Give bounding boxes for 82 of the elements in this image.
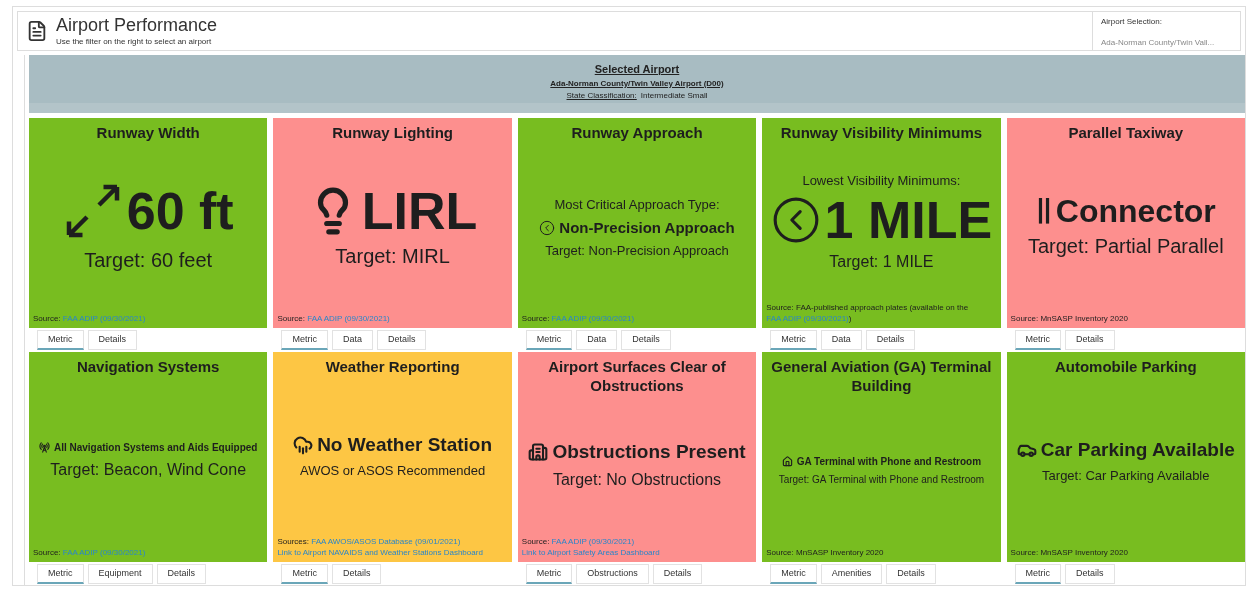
card-tab[interactable]: Equipment [87, 564, 153, 584]
cloud-rain-icon [293, 434, 314, 455]
metric-value: Obstructions Present [552, 439, 746, 464]
source-note: Source: MnSASP Inventory 2020 [1010, 313, 1129, 324]
card-tab[interactable]: Metric [770, 564, 817, 584]
page-subtitle: Use the filter on the right to select an airport [56, 36, 213, 49]
card-caption: Most Critical Approach Type: [554, 196, 720, 214]
card-title: Runway Visibility Minimums [779, 124, 984, 143]
card-tab[interactable]: Details [156, 564, 207, 584]
target-text: Target: GA Terminal with Phone and Restroom [778, 473, 985, 487]
target-text: Target: Partial Parallel [1027, 233, 1224, 259]
card-tab[interactable]: Details [376, 330, 427, 350]
radio-tower-icon [38, 442, 50, 454]
metric-value: Connector [1055, 194, 1216, 227]
card-tab[interactable]: Metric [770, 330, 817, 350]
metric-value: LIRL [361, 184, 478, 237]
card-tab[interactable]: Details [331, 564, 382, 584]
card-tab[interactable]: Data [820, 330, 862, 350]
metric-value: GA Terminal with Phone and Restroom [796, 455, 982, 468]
card-caption: Lowest Visibility Minimums: [802, 171, 961, 190]
target-text: Target: MIRL [335, 243, 450, 269]
card-title: Airport Surfaces Clear of Obstructions [547, 358, 727, 396]
source-note: Source: FAA ADIP (09/30/2021) [33, 313, 147, 324]
source-note: Sources: FAA AWOS/ASOS Database (09/01/2021) [277, 536, 462, 547]
card-title: Runway Approach [570, 124, 704, 143]
source-note: Source: MnSASP Inventory 2020 [766, 547, 885, 558]
banner-heading: Selected Airport [594, 62, 680, 77]
chevron-circle-icon [539, 219, 556, 236]
target-text: Target: Non-Precision Approach [545, 242, 729, 261]
source-note: Source: MnSASP Inventory 2020 [1010, 547, 1129, 558]
metric-value: 1 MILE [824, 194, 993, 247]
source-note: Source: FAA-published approach plates (available on the FAA ADIP (09/30/2021)) [766, 302, 970, 324]
card-tab[interactable]: Metric [281, 564, 328, 584]
card-title: Automobile Parking [1053, 358, 1198, 377]
source-note: Source: FAA ADIP (09/30/2021) [521, 313, 636, 324]
airport-name: Ada-Norman County/Twin Valley Airport (D00) [550, 77, 724, 90]
card-tab[interactable]: Metric [525, 330, 573, 350]
card-tab[interactable]: Amenities [820, 564, 883, 584]
card-tab[interactable]: Metric [281, 330, 328, 350]
card-tab[interactable]: Details [1065, 330, 1115, 350]
airport-selector[interactable]: Ada-Norman County/Twin Vall... [1101, 37, 1215, 49]
card-tab[interactable]: Metric [37, 564, 84, 584]
card-title: Weather Reporting [324, 358, 461, 377]
card-tab[interactable]: Details [865, 330, 916, 350]
source-note: Source: FAA ADIP (09/30/2021) [521, 536, 636, 547]
card-tab[interactable]: Details [87, 330, 137, 350]
card-tab[interactable]: Metric [37, 330, 84, 350]
card-tab[interactable]: Data [331, 330, 373, 350]
metric-value: No Weather Station [317, 432, 493, 457]
card-title: Runway Lighting [331, 124, 454, 143]
card-title: Runway Width [95, 124, 201, 143]
card-tab[interactable]: Obstructions [576, 564, 649, 584]
card-tab[interactable]: Details [1065, 564, 1115, 584]
metric-value: Non-Precision Approach [559, 218, 735, 238]
metric-value: 60 ft [126, 184, 234, 237]
card-tab[interactable]: Details [886, 564, 936, 584]
card-tab[interactable]: Details [621, 330, 671, 350]
page-title: Airport Performance [56, 13, 218, 37]
card-tab[interactable]: Metric [525, 564, 573, 584]
card-tab[interactable]: Metric [1014, 330, 1062, 350]
target-text: AWOS or ASOS Recommended [300, 461, 486, 480]
target-text: Target: 60 feet [84, 247, 213, 273]
source-note: Source: FAA ADIP (09/30/2021) [33, 547, 147, 558]
source-note: Source: FAA ADIP (09/30/2021) [277, 313, 391, 324]
card-tab[interactable]: Data [576, 330, 618, 350]
target-text: Target: Car Parking Available [1042, 467, 1210, 485]
card-title: Parallel Taxiway [1067, 124, 1185, 143]
metric-value: Car Parking Available [1040, 438, 1235, 462]
metric-value: All Navigation Systems and Aids Equipped [53, 441, 258, 455]
house-icon [781, 456, 793, 468]
card-tab[interactable]: Details [652, 564, 703, 584]
classification-value: Intermediate Small [640, 89, 708, 102]
document-icon [26, 20, 48, 42]
building-icon [528, 441, 549, 462]
target-text: Target: No Obstructions [552, 469, 722, 490]
card-tab[interactable]: Metric [1014, 564, 1062, 584]
target-text: Target: Beacon, Wind Cone [50, 460, 247, 481]
selection-label: Airport Selection: [1101, 16, 1163, 28]
card-title: Navigation Systems [75, 358, 221, 377]
target-text: Target: 1 MILE [829, 252, 934, 273]
card-title: General Aviation (GA) Terminal Building [770, 358, 993, 396]
classification-label: State Classification: [566, 89, 637, 102]
